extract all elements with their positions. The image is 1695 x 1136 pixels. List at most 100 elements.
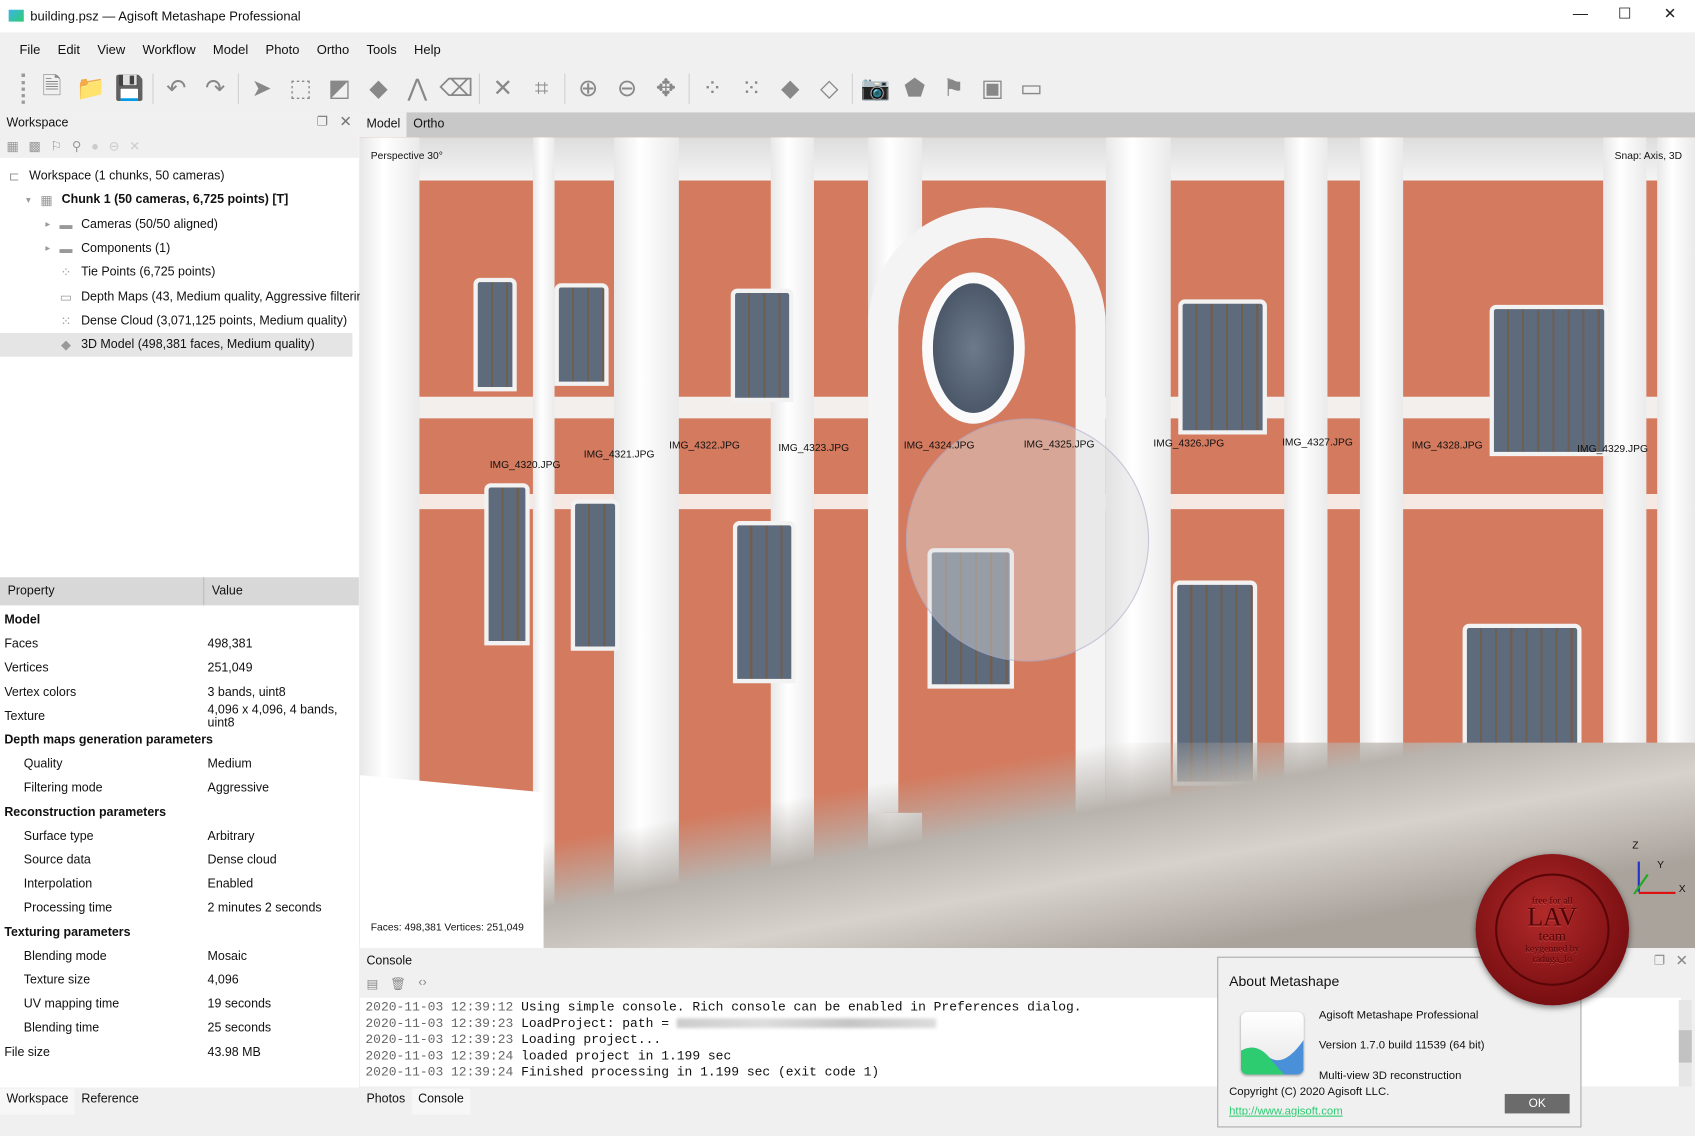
rotate-object-icon[interactable]: ◆ <box>359 69 398 108</box>
delete-selection-icon[interactable]: ✕ <box>483 69 522 108</box>
menu-ortho[interactable]: Ortho <box>317 42 349 57</box>
save-log-icon[interactable]: ▤ <box>366 976 378 991</box>
property-row[interactable]: Quality Medium <box>0 753 359 777</box>
float-panel-icon[interactable]: ❐ <box>317 114 328 129</box>
tree-item[interactable]: ▾ ▦ Chunk 1 (50 cameras, 6,725 points) [T] <box>0 188 288 212</box>
tab-workspace[interactable]: Workspace <box>0 1088 75 1115</box>
property-row[interactable]: Texture 4,096 x 4,096, 4 bands, uint8 <box>0 704 359 730</box>
add-photos-icon[interactable]: ▩ <box>28 138 40 153</box>
float-console-icon[interactable]: ❐ <box>1654 952 1665 968</box>
ok-button[interactable]: OK <box>1504 1093 1570 1114</box>
property-row[interactable]: Texturing parameters <box>0 921 359 945</box>
menu-view[interactable]: View <box>97 42 125 57</box>
ruler-icon[interactable]: ⋀ <box>398 69 437 108</box>
add-marker-icon[interactable]: ⚲ <box>72 138 82 153</box>
show-shapes-icon[interactable]: ⬟ <box>895 69 934 108</box>
property-row[interactable]: Blending mode Mosaic <box>0 945 359 969</box>
menu-help[interactable]: Help <box>414 42 441 57</box>
property-row[interactable]: Blending time 25 seconds <box>0 1017 359 1041</box>
camera-label[interactable]: IMG_4322.JPG <box>669 440 740 452</box>
navigation-pointer-icon[interactable]: ➤ <box>242 69 281 108</box>
property-row[interactable]: Surface type Arbitrary <box>0 825 359 849</box>
camera-label[interactable]: IMG_4324.JPG <box>904 440 975 452</box>
property-row[interactable]: File size 43.98 MB <box>0 1041 359 1065</box>
tab-console[interactable]: Console <box>411 1088 471 1115</box>
disable-icon[interactable]: ⊖ <box>109 138 120 153</box>
maximize-button[interactable]: ☐ <box>1609 4 1641 28</box>
show-markers-icon[interactable]: ⚑ <box>934 69 973 108</box>
new-document-icon[interactable]: 🗎 <box>32 69 71 108</box>
property-row[interactable]: Source data Dense cloud <box>0 849 359 873</box>
camera-label[interactable]: IMG_4325.JPG <box>1024 439 1095 451</box>
property-row[interactable]: Interpolation Enabled <box>0 873 359 897</box>
tree-item[interactable]: ⁙ Dense Cloud (3,071,125 points, Medium q… <box>0 309 348 333</box>
property-row[interactable]: Texture size 4,096 <box>0 969 359 993</box>
camera-label[interactable]: IMG_4323.JPG <box>778 442 849 454</box>
property-column-header[interactable]: Property <box>8 585 55 598</box>
toolbar-grip[interactable] <box>21 73 26 104</box>
tree-item[interactable]: ⊏ Workspace (1 chunks, 50 cameras) <box>0 164 225 188</box>
property-row[interactable]: Depth maps generation parameters <box>0 729 359 753</box>
clear-log-icon[interactable]: 🗑 <box>390 976 406 991</box>
show-region-icon[interactable]: ▭ <box>1012 69 1051 108</box>
close-console-icon[interactable]: ✕ <box>1676 951 1689 969</box>
camera-label[interactable]: IMG_4321.JPG <box>584 449 655 461</box>
execute-script-icon[interactable]: ‹› <box>418 976 426 989</box>
camera-label[interactable]: IMG_4327.JPG <box>1282 437 1353 449</box>
about-link[interactable]: http://www.agisoft.com <box>1229 1105 1343 1118</box>
tree-item[interactable]: ▸ ▬ Cameras (50/50 aligned) <box>0 213 218 237</box>
minimize-button[interactable]: — <box>1564 4 1596 28</box>
menu-edit[interactable]: Edit <box>58 42 80 57</box>
expander-icon[interactable]: ▸ <box>45 218 58 230</box>
tree-item[interactable]: ▭ Depth Maps (43, Medium quality, Aggress… <box>0 285 375 309</box>
property-row[interactable]: Vertices 251,049 <box>0 657 359 681</box>
enable-icon[interactable]: ● <box>91 138 99 153</box>
tab-photos[interactable]: Photos <box>360 1089 412 1115</box>
menu-workflow[interactable]: Workflow <box>143 42 196 57</box>
show-cameras-icon[interactable]: 📷 <box>856 69 895 108</box>
model-viewport[interactable]: Perspective 30° Snap: Axis, 3D Faces: 49… <box>359 137 1695 949</box>
tab-reference[interactable]: Reference <box>75 1089 145 1115</box>
tree-item[interactable]: ◆ 3D Model (498,381 faces, Medium quality… <box>0 333 353 357</box>
menu-model[interactable]: Model <box>213 42 248 57</box>
expander-icon[interactable]: ▾ <box>26 194 39 206</box>
open-folder-icon[interactable]: 📁 <box>71 69 110 108</box>
menu-photo[interactable]: Photo <box>266 42 300 57</box>
dense-cloud-icon[interactable]: ⁙ <box>732 69 771 108</box>
reset-view-icon[interactable]: ✥ <box>646 69 685 108</box>
tie-points-icon[interactable]: ⁘ <box>693 69 732 108</box>
redo-icon[interactable]: ↷ <box>196 69 235 108</box>
value-column-header[interactable]: Value <box>212 585 243 598</box>
remove-icon[interactable]: ✕ <box>129 138 140 153</box>
console-scrollbar[interactable] <box>1678 999 1692 1087</box>
close-panel-icon[interactable]: ✕ <box>339 112 352 130</box>
camera-label[interactable]: IMG_4328.JPG <box>1412 440 1483 452</box>
tab-ortho[interactable]: Ortho <box>407 112 451 137</box>
crop-icon[interactable]: ⌗ <box>522 69 561 108</box>
expander-icon[interactable]: ▸ <box>45 243 58 255</box>
tree-item[interactable]: ▸ ▬ Components (1) <box>0 237 170 261</box>
camera-label[interactable]: IMG_4326.JPG <box>1153 438 1224 450</box>
show-images-icon[interactable]: ▣ <box>973 69 1012 108</box>
property-row[interactable]: Reconstruction parameters <box>0 801 359 825</box>
close-button[interactable]: ✕ <box>1654 4 1686 28</box>
add-folder-icon[interactable]: ⚐ <box>50 138 62 153</box>
move-region-icon[interactable]: ◩ <box>320 69 359 108</box>
zoom-in-icon[interactable]: ⊕ <box>569 69 608 108</box>
menu-file[interactable]: File <box>19 42 40 57</box>
property-row[interactable]: UV mapping time 19 seconds <box>0 993 359 1017</box>
rectangle-selection-icon[interactable]: ⬚ <box>281 69 320 108</box>
property-row[interactable]: Faces 498,381 <box>0 633 359 657</box>
camera-label[interactable]: IMG_4320.JPG <box>490 459 561 471</box>
property-row[interactable]: Processing time 2 minutes 2 seconds <box>0 897 359 921</box>
model-shaded-icon[interactable]: ◆ <box>771 69 810 108</box>
camera-label[interactable]: IMG_4329.JPG <box>1577 443 1648 455</box>
property-row[interactable]: Vertex colors 3 bands, uint8 <box>0 681 359 705</box>
menu-tools[interactable]: Tools <box>366 42 396 57</box>
tree-item[interactable]: ⁘ Tie Points (6,725 points) <box>0 261 216 285</box>
add-chunk-icon[interactable]: ▦ <box>6 138 18 153</box>
property-row[interactable]: Model <box>0 609 359 633</box>
tab-model[interactable]: Model <box>359 112 407 138</box>
save-icon[interactable]: 💾 <box>110 69 149 108</box>
undo-icon[interactable]: ↶ <box>157 69 196 108</box>
